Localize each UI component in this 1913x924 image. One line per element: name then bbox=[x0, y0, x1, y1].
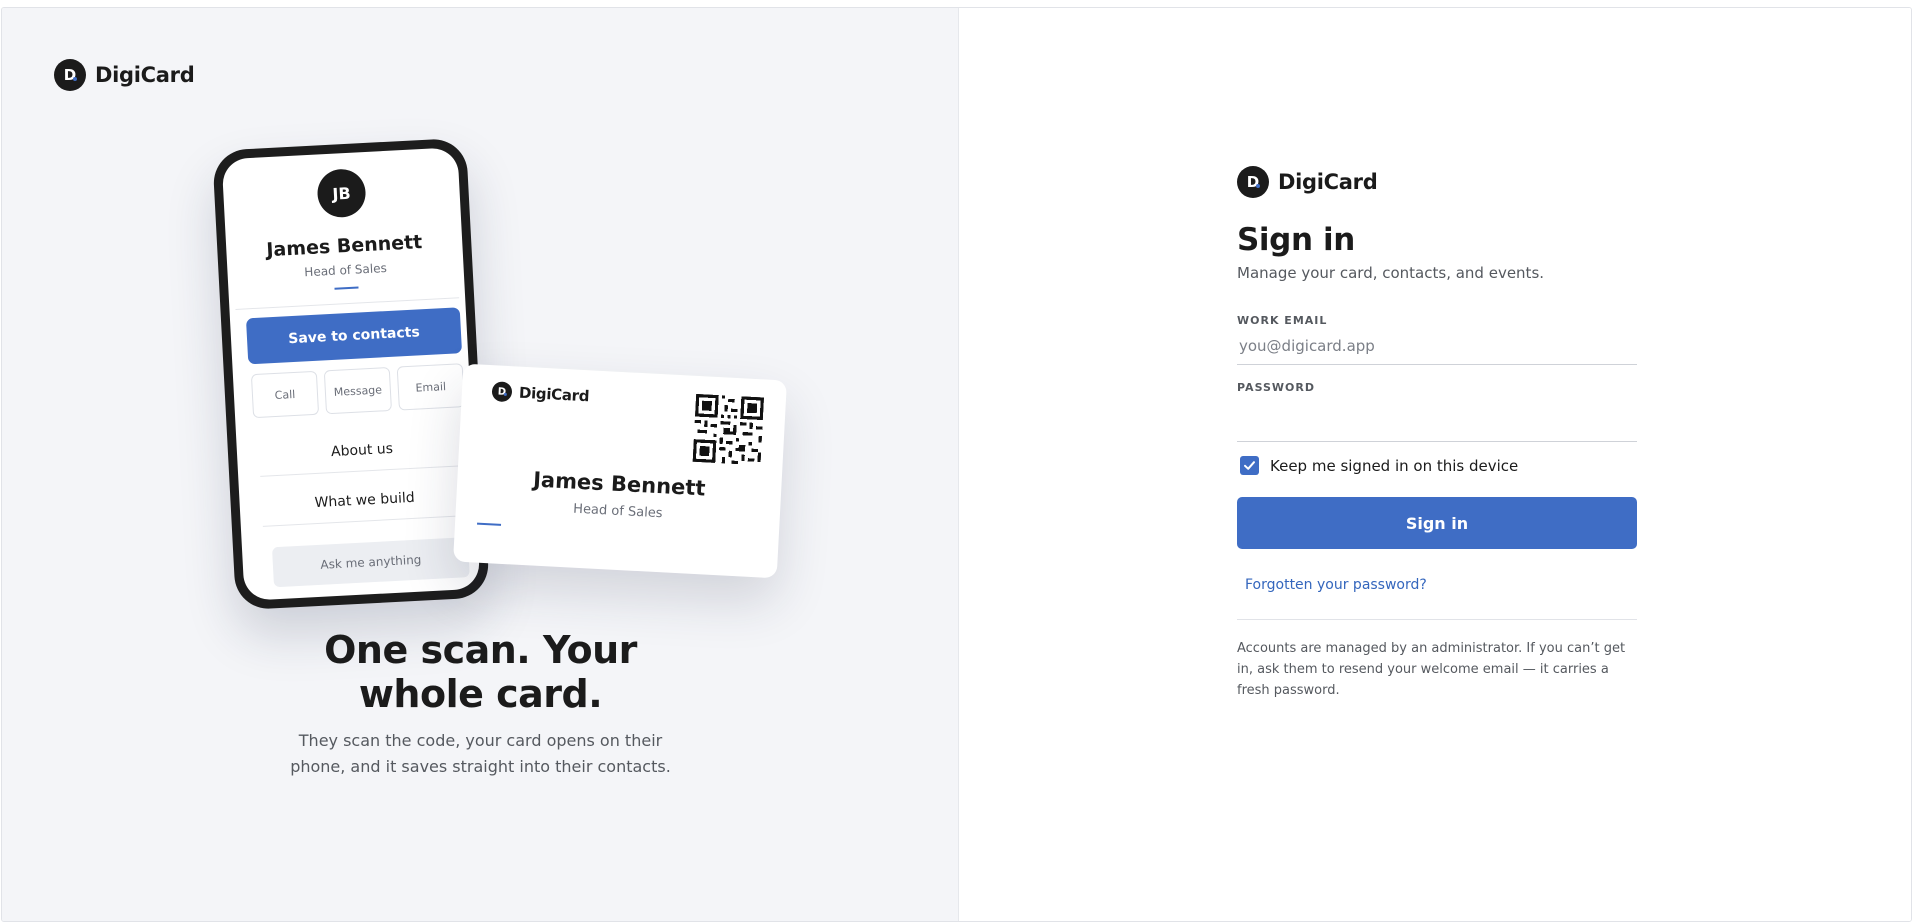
page-title: Sign in bbox=[1237, 222, 1355, 258]
phone-action-row: Call Message Email bbox=[250, 363, 465, 419]
password-label: PASSWORD bbox=[1237, 381, 1316, 394]
promo-panel: D DigiCard JB James Bennett Head of Sale… bbox=[2, 8, 959, 921]
hero-subtext-line: They scan the code, your card opens on t… bbox=[298, 731, 663, 750]
divider bbox=[260, 465, 466, 477]
accent-rule bbox=[476, 522, 502, 526]
checkmark-icon bbox=[1244, 461, 1255, 470]
hero-subtext-line: phone, and it saves straight into their … bbox=[290, 757, 671, 776]
keep-signed-in-label: Keep me signed in on this device bbox=[1270, 456, 1519, 475]
keep-signed-in-row[interactable]: Keep me signed in on this device bbox=[1237, 456, 1637, 475]
card-logo: D DigiCard bbox=[491, 381, 590, 406]
signin-form: D DigiCard Sign in Manage your card, con… bbox=[1237, 166, 1637, 701]
hero-headline-line: One scan. Your bbox=[324, 628, 637, 672]
brand-name: DigiCard bbox=[1278, 170, 1378, 194]
brand-name: DigiCard bbox=[95, 63, 195, 87]
phone-screen: JB James Bennett Head of Sales Save to c… bbox=[221, 147, 481, 601]
password-field[interactable] bbox=[1237, 394, 1637, 442]
business-card-mockup: D DigiCard James Bennett Head of Sales bbox=[453, 363, 787, 579]
sign-in-button[interactable]: Sign in bbox=[1237, 497, 1637, 549]
phone-ask-field: Ask me anything bbox=[271, 537, 470, 588]
divider bbox=[262, 515, 469, 527]
email-label: WORK EMAIL bbox=[1237, 314, 1328, 327]
phone-save-contacts-button: Save to contacts bbox=[245, 307, 463, 365]
phone-email-button: Email bbox=[396, 363, 465, 411]
phone-call-button: Call bbox=[250, 370, 320, 419]
accent-rule bbox=[334, 286, 359, 290]
hero-headline: One scan. Your whole card. bbox=[2, 628, 959, 716]
hero-subtext: They scan the code, your card opens on t… bbox=[2, 728, 959, 780]
card-brand-name: DigiCard bbox=[518, 383, 590, 406]
divider bbox=[1237, 619, 1637, 620]
email-field[interactable] bbox=[1237, 327, 1637, 365]
header-logo[interactable]: D DigiCard bbox=[54, 59, 195, 91]
app-window: D DigiCard JB James Bennett Head of Sale… bbox=[1, 7, 1912, 922]
keep-signed-in-checkbox[interactable] bbox=[1240, 456, 1259, 475]
phone-row-about: About us bbox=[330, 440, 394, 461]
brand-mark-icon: D bbox=[1237, 166, 1269, 198]
avatar: JB bbox=[316, 168, 367, 219]
phone-mockup: JB James Bennett Head of Sales Save to c… bbox=[212, 137, 490, 611]
form-logo: D DigiCard bbox=[1237, 166, 1637, 198]
forgot-password-link[interactable]: Forgotten your password? bbox=[1245, 577, 1427, 593]
phone-row-build: What we build bbox=[314, 489, 416, 512]
phone-message-button: Message bbox=[323, 366, 392, 415]
admin-note: Accounts are managed by an administrator… bbox=[1237, 641, 1626, 698]
brand-mark-icon: D bbox=[54, 59, 86, 91]
signin-panel: D DigiCard Sign in Manage your card, con… bbox=[959, 8, 1911, 921]
qr-code-icon bbox=[692, 393, 765, 465]
brand-mark-icon: D bbox=[491, 381, 513, 403]
hero-headline-line: whole card. bbox=[358, 672, 603, 716]
page-intro: Manage your card, contacts, and events. bbox=[1237, 264, 1545, 282]
